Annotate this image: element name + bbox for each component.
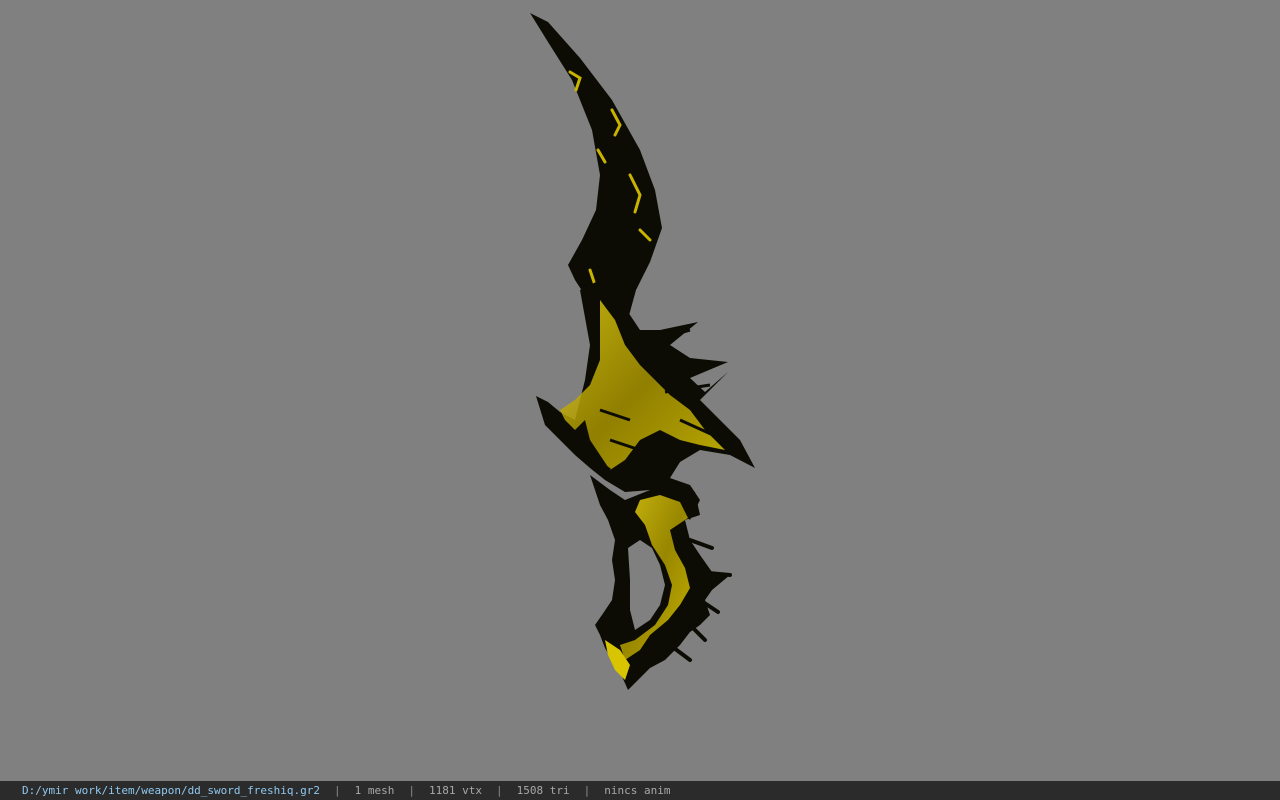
file-path: D:/ymir work/item/weapon/dd_sword_freshi… — [22, 784, 321, 797]
vertex-count: 1181 vtx — [429, 784, 482, 797]
separator: | — [583, 784, 591, 797]
mesh-count: 1 mesh — [354, 784, 395, 797]
status-bar: D:/ymir work/item/weapon/dd_sword_freshi… — [0, 781, 1280, 800]
separator: | — [334, 784, 341, 797]
sword-model[interactable] — [0, 0, 1280, 781]
3d-viewport[interactable] — [0, 0, 1280, 781]
triangle-count: 1508 tri — [516, 784, 570, 797]
anim-status: nincs anim — [604, 784, 671, 797]
separator: | — [408, 784, 416, 797]
separator: | — [496, 784, 503, 797]
